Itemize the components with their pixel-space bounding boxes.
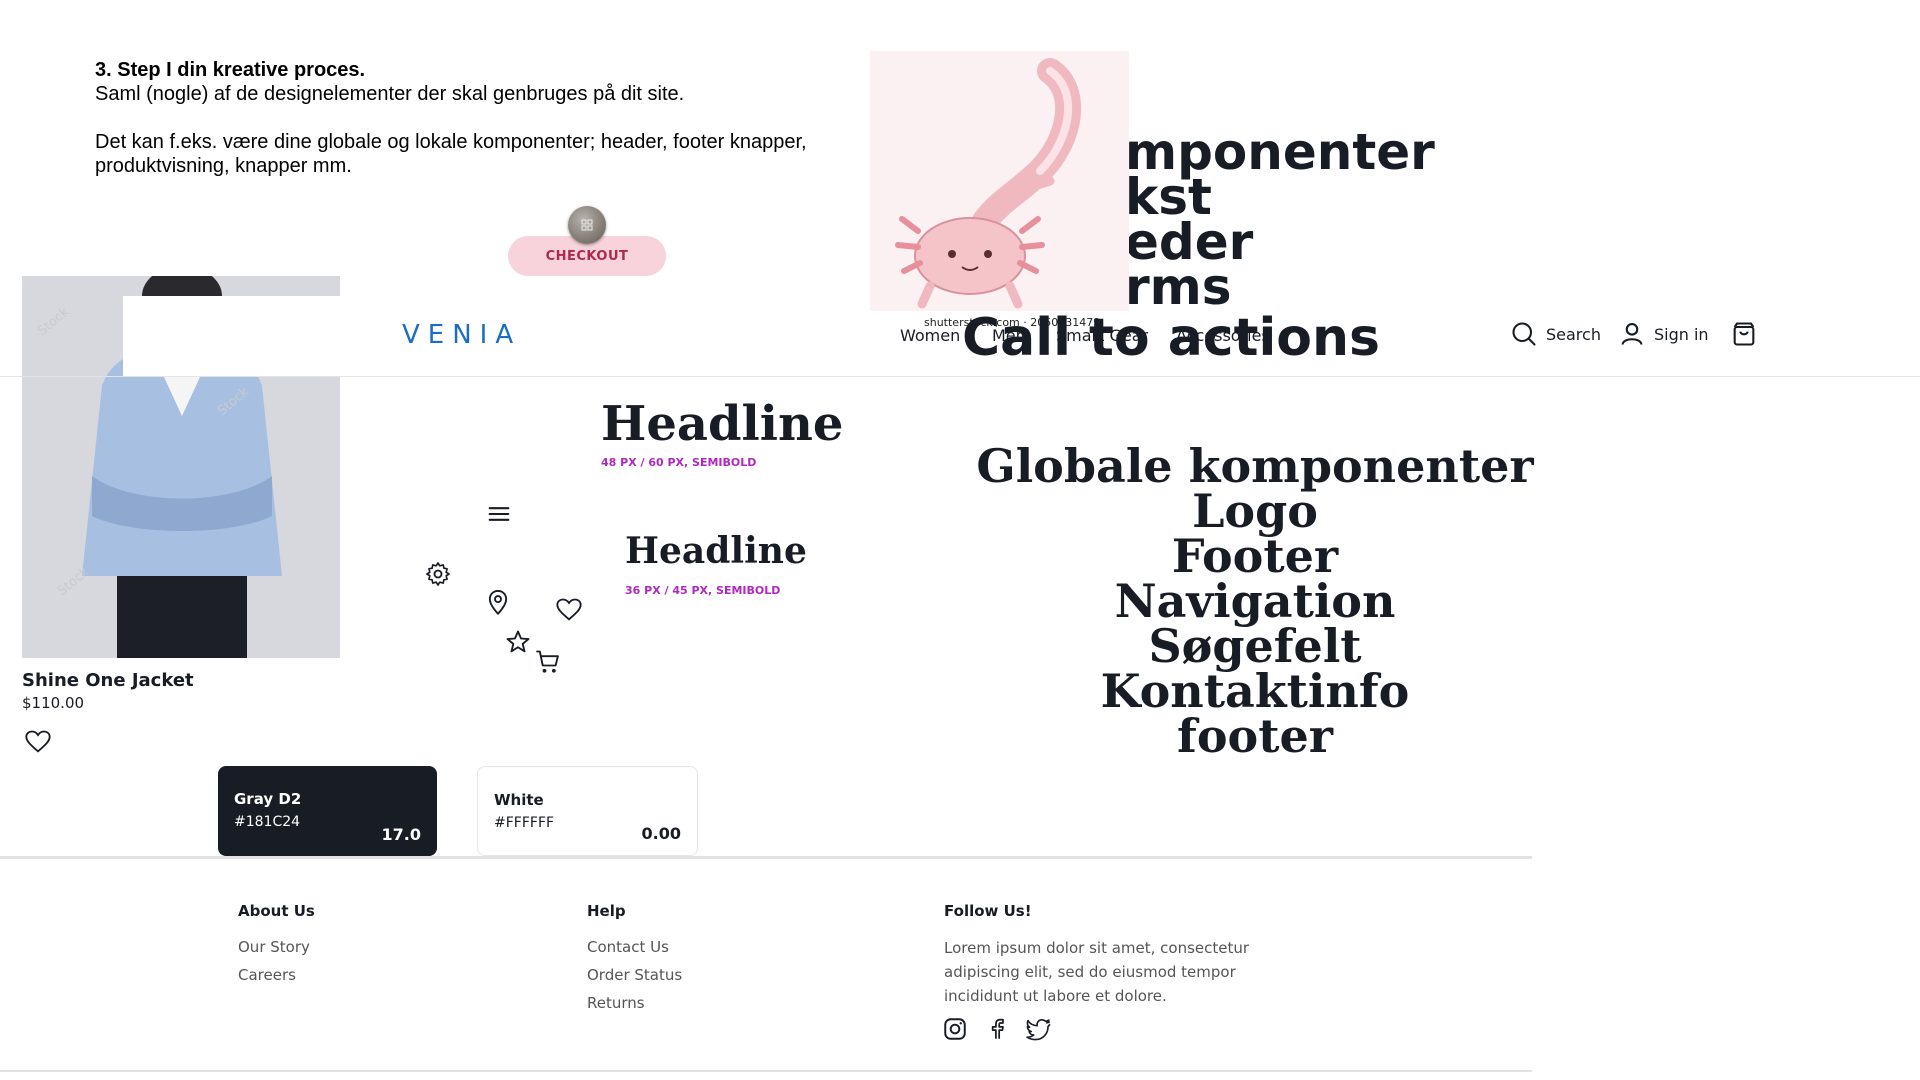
search-button[interactable]: Search <box>1510 320 1601 348</box>
header-backdrop <box>123 296 423 376</box>
global-components-list: Globale komponenter Logo Footer Navigati… <box>900 439 1610 763</box>
intro-line-1: Saml (nogle) af de designelementer der s… <box>95 83 685 105</box>
heart-icon <box>25 730 51 753</box>
user-icon <box>1621 323 1643 345</box>
global-item: Globale komponenter <box>976 439 1534 493</box>
swatch-name: White <box>494 791 544 809</box>
footer-link-order-status[interactable]: Order Status <box>587 966 682 984</box>
swatch-name: Gray D2 <box>234 790 302 808</box>
footer-link-our-story[interactable]: Our Story <box>238 938 310 956</box>
map-pin-icon <box>488 589 508 615</box>
shopping-bag-icon <box>1733 322 1755 346</box>
global-item: Logo <box>1192 484 1318 538</box>
settings-button[interactable] <box>424 560 452 593</box>
components-line: rms <box>1125 258 1232 316</box>
headline-48: Headline <box>601 396 844 452</box>
components-heading-list: mponenter kst eder rms <box>1125 127 1435 316</box>
header-divider <box>0 376 1920 377</box>
shopping-cart-icon <box>536 650 559 673</box>
cart-button[interactable] <box>1730 320 1758 348</box>
facebook-icon[interactable] <box>984 1016 1010 1042</box>
search-icon <box>1512 322 1536 346</box>
footer-follow-title: Follow Us! <box>944 902 1032 920</box>
intro-line-2: Det kan f.eks. være dine globale og loka… <box>95 131 807 153</box>
social-links <box>942 1016 1052 1042</box>
intro-line-3: produktvisning, knapper mm. <box>95 155 352 177</box>
swatch-hex: #FFFFFF <box>494 815 555 831</box>
color-swatch-white: White #FFFFFF 0.00 <box>477 766 698 856</box>
headline-48-meta: 48 PX / 60 PX, SEMIBOLD <box>601 456 757 469</box>
step-title: 3. Step I din kreative proces. <box>95 59 366 81</box>
global-item: Søgefelt <box>1148 619 1362 673</box>
footer-top-divider <box>0 856 1532 859</box>
swatch-value: 0.00 <box>641 824 681 843</box>
star-icon <box>506 630 530 653</box>
hamburger-menu-icon <box>488 507 510 521</box>
axolotl-image <box>870 51 1129 311</box>
drag-handle[interactable] <box>568 206 606 244</box>
global-item: Navigation <box>1114 574 1396 628</box>
footer-link-returns[interactable]: Returns <box>587 994 645 1012</box>
nav-women[interactable]: Women <box>900 326 960 345</box>
venia-logo[interactable]: VENIA <box>402 320 521 350</box>
heart-icon <box>556 598 582 621</box>
favorite-button[interactable] <box>555 596 583 629</box>
footer-about-title: About Us <box>238 902 315 920</box>
global-item: footer <box>1177 709 1333 763</box>
headline-36-meta: 36 PX / 45 PX, SEMIBOLD <box>625 584 781 597</box>
product-wishlist-button[interactable] <box>24 728 52 761</box>
twitter-icon[interactable] <box>1026 1016 1052 1042</box>
global-item: Footer <box>1171 529 1339 583</box>
instagram-icon[interactable] <box>942 1016 968 1042</box>
global-item: Kontaktinfo <box>1100 664 1410 718</box>
signin-label: Sign in <box>1654 324 1709 344</box>
cta-heading: Call to actions <box>962 308 1380 368</box>
footer-follow-text: Lorem ipsum dolor sit amet, consectetur … <box>944 939 1250 1005</box>
footer-link-contact-us[interactable]: Contact Us <box>587 938 669 956</box>
add-to-cart-button[interactable] <box>534 648 562 681</box>
intro-text: 3. Step I din kreative proces. Saml (nog… <box>95 58 855 178</box>
logo-text: VENIA <box>402 320 522 350</box>
footer-link-careers[interactable]: Careers <box>238 966 296 984</box>
product-name[interactable]: Shine One Jacket <box>22 670 194 691</box>
grip-icon <box>581 219 593 231</box>
gear-icon <box>426 562 450 586</box>
footer-help-title: Help <box>587 902 626 920</box>
headline-36: Headline <box>625 530 807 572</box>
search-label: Search <box>1546 324 1601 344</box>
menu-button[interactable] <box>485 500 513 533</box>
rating-button[interactable] <box>504 628 532 661</box>
color-swatch-gray-d2: Gray D2 #181C24 17.0 <box>218 766 437 856</box>
location-button[interactable] <box>484 588 512 621</box>
product-price: $110.00 <box>22 694 85 712</box>
swatch-hex: #181C24 <box>234 814 301 830</box>
footer-bottom-divider <box>0 1070 1532 1072</box>
signin-button[interactable]: Sign in <box>1618 320 1709 348</box>
swatch-value: 17.0 <box>381 825 421 844</box>
